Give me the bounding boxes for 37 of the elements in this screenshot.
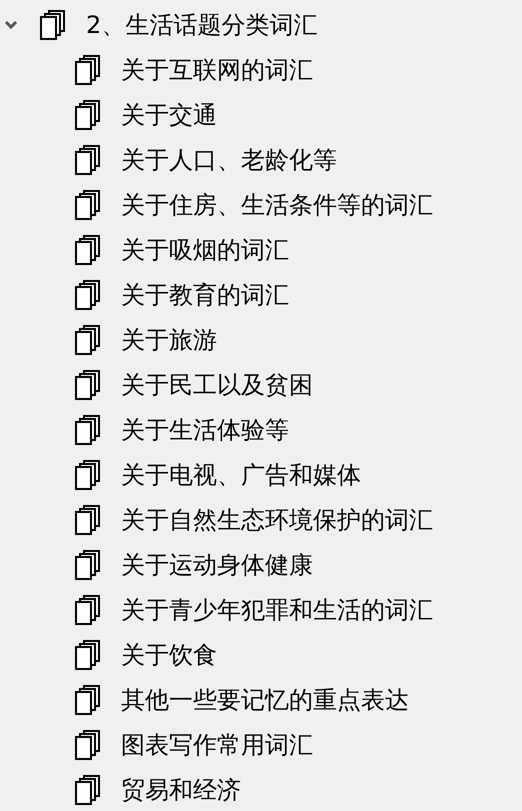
tree-item-label[interactable]: 关于旅游 — [121, 322, 217, 358]
pages-icon — [75, 54, 101, 84]
tree-item-label[interactable]: 其他一些要记忆的重点表达 — [121, 682, 409, 718]
tree-item-label[interactable]: 关于交通 — [121, 96, 217, 132]
pages-icon — [75, 504, 101, 534]
tree-item-label[interactable]: 图表写作常用词汇 — [121, 726, 313, 762]
pages-icon — [75, 234, 101, 264]
pages-icon — [75, 774, 101, 804]
tree-item-label[interactable]: 关于住房、生活条件等的词汇 — [121, 186, 433, 222]
tree-item-label[interactable]: 关于自然生态环境保护的词汇 — [121, 502, 433, 538]
tree-item-label[interactable]: 关于饮食 — [121, 636, 217, 672]
chevron-down-icon[interactable] — [4, 20, 18, 30]
tree-item-label[interactable]: 关于互联网的词汇 — [121, 52, 313, 88]
tree-item-label[interactable]: 关于吸烟的词汇 — [121, 232, 289, 268]
pages-icon — [75, 594, 101, 624]
pages-icon — [75, 100, 101, 130]
pages-icon — [75, 730, 101, 760]
tree-item-label[interactable]: 贸易和经济 — [121, 772, 241, 808]
tree-item-label[interactable]: 关于教育的词汇 — [121, 276, 289, 312]
tree-item-label[interactable]: 关于人口、老龄化等 — [121, 142, 337, 178]
pages-icon — [75, 684, 101, 714]
pages-icon — [75, 370, 101, 400]
tree-item-label[interactable]: 关于电视、广告和媒体 — [121, 456, 361, 492]
tree-item-label[interactable]: 关于民工以及贫困 — [121, 366, 313, 402]
pages-icon — [40, 10, 66, 40]
tree-item-label[interactable]: 关于运动身体健康 — [121, 546, 313, 582]
pages-icon — [75, 640, 101, 670]
pages-icon — [75, 550, 101, 580]
pages-icon — [75, 324, 101, 354]
pages-icon — [75, 190, 101, 220]
tree-item-label[interactable]: 2、生活话题分类词汇 — [86, 6, 318, 42]
tree-item-label[interactable]: 关于青少年犯罪和生活的词汇 — [121, 592, 433, 628]
pages-icon — [75, 280, 101, 310]
pages-icon — [75, 144, 101, 174]
pages-icon — [75, 414, 101, 444]
tree-item-label[interactable]: 关于生活体验等 — [121, 412, 289, 448]
pages-icon — [75, 460, 101, 490]
